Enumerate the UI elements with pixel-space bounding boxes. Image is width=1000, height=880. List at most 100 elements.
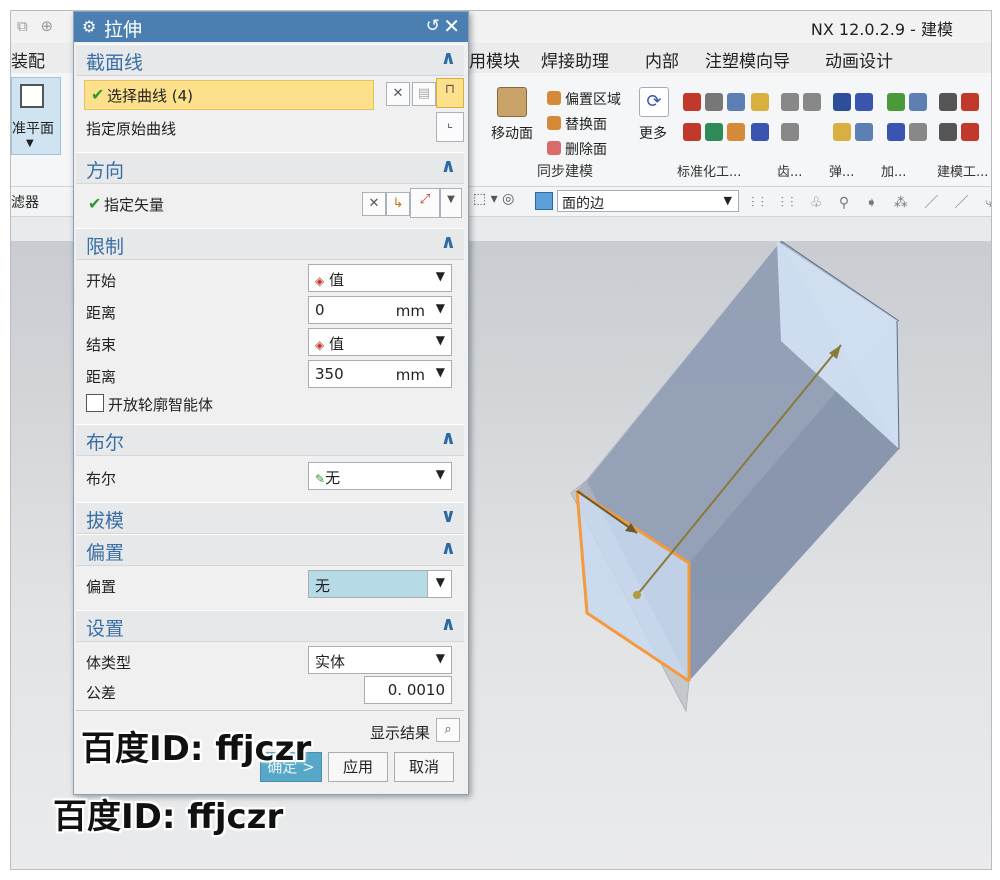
close-icon[interactable]: ✕ bbox=[443, 14, 460, 38]
chevron-up-icon[interactable]: ∧ bbox=[441, 231, 456, 253]
select-curve-row[interactable]: ✔ 选择曲线 (4) bbox=[84, 80, 374, 110]
move-face-button[interactable]: 移动面 bbox=[491, 123, 533, 143]
check-icon: ✔ bbox=[91, 85, 105, 104]
chevron-down-icon: ▼ bbox=[435, 467, 445, 481]
tool-icon-grid[interactable] bbox=[683, 93, 983, 153]
end-select[interactable]: ◈ 值 ▼ bbox=[308, 328, 452, 356]
watermark-text: 百度ID: ffjczr bbox=[81, 729, 312, 769]
curve-rule-icon[interactable]: ✕ bbox=[386, 82, 410, 106]
watermark-text: 百度ID: ffjczr bbox=[53, 797, 284, 837]
chevron-down-icon: ▼ bbox=[435, 269, 445, 283]
menu-app-module[interactable]: 用模块 bbox=[469, 47, 520, 72]
delete-face-button[interactable]: 删除面 bbox=[565, 139, 607, 159]
body-type-select[interactable]: 实体 ▼ bbox=[308, 646, 452, 674]
specify-vector-label: 指定矢量 bbox=[104, 196, 165, 214]
chevron-down-icon: ▼ bbox=[435, 651, 445, 665]
offset-region-icon bbox=[547, 91, 561, 105]
boolean-select[interactable]: ✎无 ▼ bbox=[308, 462, 452, 490]
divider bbox=[76, 710, 464, 711]
dialog-title-bar[interactable]: ⚙ 拉伸 ↺ ✕ bbox=[74, 12, 468, 42]
more-icon: ⟳ bbox=[639, 87, 669, 117]
datum-plane-button[interactable]: 准平面 ▼ bbox=[11, 77, 61, 155]
end-label: 结束 bbox=[86, 336, 117, 354]
tolerance-label: 公差 bbox=[86, 684, 117, 702]
sketch-icon[interactable]: ▤ bbox=[412, 82, 436, 106]
reset-icon[interactable]: ↺ bbox=[426, 16, 440, 36]
offset-select[interactable]: 无 ▼ bbox=[308, 570, 452, 598]
menu-mold-wizard[interactable]: 注塑模向导 bbox=[705, 47, 790, 72]
open-profile-checkbox[interactable] bbox=[86, 394, 104, 412]
show-result-label: 显示结果 bbox=[370, 724, 431, 742]
value-cube-icon: ◈ bbox=[315, 338, 325, 352]
distance1-label: 距离 bbox=[86, 304, 117, 322]
direction-header[interactable]: 方向 ∧ bbox=[76, 152, 464, 184]
group-standard-tools[interactable]: 标准化工... bbox=[677, 161, 741, 180]
limits-header[interactable]: 限制 ∧ bbox=[76, 228, 464, 260]
menu-internal[interactable]: 内部 bbox=[645, 47, 679, 72]
offset-label: 偏置 bbox=[86, 578, 117, 596]
group-spring[interactable]: 弹... bbox=[829, 161, 854, 180]
tolerance-input[interactable]: 0. 0010 bbox=[364, 676, 452, 704]
app-title: NX 12.0.2.9 - 建模 bbox=[810, 20, 953, 39]
section-curve-header[interactable]: 截面线 ∧ bbox=[76, 44, 464, 76]
cancel-button[interactable]: 取消 bbox=[394, 752, 454, 782]
group-modeling-tools[interactable]: 建模工... bbox=[937, 161, 988, 180]
snap-point-icons[interactable]: ⫶⫶ ⫶⫶ ♧ ⚲ ➧ ⁂ ／ ／ ⤷ ∿ bbox=[751, 192, 991, 212]
replace-face-icon bbox=[547, 116, 561, 130]
chevron-down-icon: ▼ bbox=[435, 333, 445, 347]
draft-header[interactable]: 拔模 ∨ bbox=[76, 502, 464, 534]
boolean-label: 布尔 bbox=[86, 470, 117, 488]
datum-plane-icon bbox=[20, 84, 44, 108]
chevron-down-icon: ▼ bbox=[435, 575, 445, 589]
offset-header[interactable]: 偏置 ∧ bbox=[76, 534, 464, 566]
reverse-direction-icon[interactable]: ✕ bbox=[362, 192, 386, 216]
open-profile-label: 开放轮廓智能体 bbox=[108, 396, 214, 414]
group-add[interactable]: 加... bbox=[881, 161, 906, 180]
group-gear[interactable]: 齿... bbox=[777, 161, 802, 180]
menu-animation-design[interactable]: 动画设计 bbox=[825, 47, 893, 72]
chevron-up-icon[interactable]: ∧ bbox=[441, 47, 456, 69]
app-window: ⧉ ⊕ NX 12.0.2.9 - 建模 装配 用模块 焊接助理 内部 注塑模向… bbox=[10, 10, 992, 870]
gear-icon[interactable]: ⚙ bbox=[82, 17, 96, 36]
delete-face-icon bbox=[547, 141, 561, 155]
vector-dialog-icon[interactable]: ↳ bbox=[386, 192, 410, 216]
more-button[interactable]: 更多 bbox=[639, 123, 667, 143]
distance2-label: 距离 bbox=[86, 368, 117, 386]
replace-face-button[interactable]: 替换面 bbox=[565, 114, 607, 134]
chevron-up-icon[interactable]: ∧ bbox=[441, 155, 456, 177]
sync-modeling-group-label: 同步建模 bbox=[537, 164, 593, 180]
settings-header[interactable]: 设置 ∧ bbox=[76, 610, 464, 642]
boolean-header[interactable]: 布尔 ∧ bbox=[76, 424, 464, 456]
apply-button[interactable]: 应用 bbox=[328, 752, 388, 782]
menu-weld-assistant[interactable]: 焊接助理 bbox=[541, 47, 609, 72]
value-cube-icon: ◈ bbox=[315, 274, 325, 288]
start-select[interactable]: ◈ 值 ▼ bbox=[308, 264, 452, 292]
distance2-input[interactable]: 350 mm ▼ bbox=[308, 360, 452, 388]
specify-original-curve-label: 指定原始曲线 bbox=[86, 120, 177, 138]
move-face-icon bbox=[497, 87, 527, 117]
chevron-down-icon: ▼ bbox=[435, 365, 445, 379]
check-icon: ✔ bbox=[88, 194, 102, 213]
chevron-up-icon[interactable]: ∧ bbox=[441, 537, 456, 559]
vector-origin-handle[interactable] bbox=[633, 591, 641, 599]
menu-assembly[interactable]: 装配 bbox=[11, 47, 45, 72]
body-type-label: 体类型 bbox=[86, 654, 132, 672]
face-cube-icon[interactable] bbox=[535, 192, 553, 210]
filter-label: 滤器 bbox=[11, 195, 39, 211]
chevron-down-icon[interactable]: ∨ bbox=[441, 505, 456, 527]
select-region-icon[interactable]: ⬚ ▾ ◎ bbox=[473, 191, 514, 207]
inferred-vector-icon[interactable]: ⤢ bbox=[410, 188, 440, 218]
chevron-down-icon: ▼ bbox=[435, 301, 445, 315]
original-curve-icon[interactable]: ⌞ bbox=[436, 112, 464, 142]
sketch-section-icon[interactable]: ⊓ bbox=[436, 78, 464, 108]
show-result-icon[interactable]: ⌕ bbox=[436, 718, 460, 742]
quick-access-icons[interactable]: ⧉ ⊕ bbox=[17, 17, 57, 35]
start-label: 开始 bbox=[86, 272, 117, 290]
chevron-down-icon[interactable]: ▼ bbox=[440, 188, 462, 218]
distance1-input[interactable]: 0 mm ▼ bbox=[308, 296, 452, 324]
boolean-none-icon: ✎ bbox=[315, 472, 326, 486]
chevron-up-icon[interactable]: ∧ bbox=[441, 613, 456, 635]
offset-region-button[interactable]: 偏置区域 bbox=[565, 89, 621, 109]
chevron-up-icon[interactable]: ∧ bbox=[441, 427, 456, 449]
face-edge-select[interactable]: 面的边 ▼ bbox=[557, 190, 739, 212]
